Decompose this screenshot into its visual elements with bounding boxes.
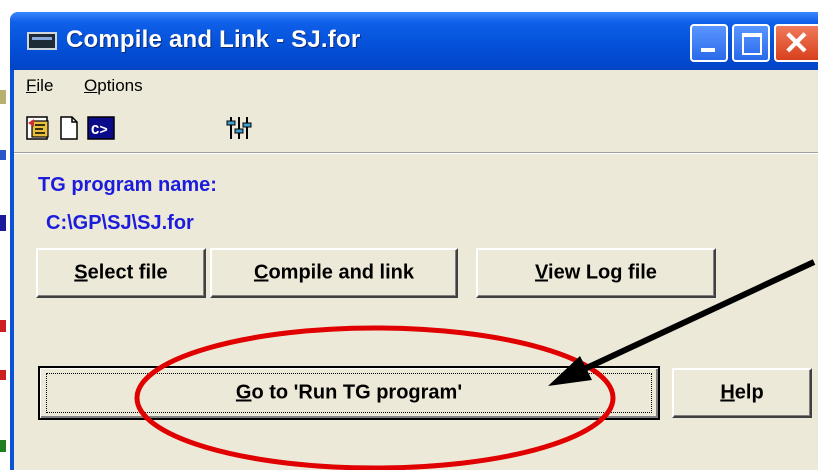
compile-link-label: ompile and link bbox=[268, 261, 415, 284]
help-label: elp bbox=[734, 381, 764, 404]
minimize-button[interactable] bbox=[690, 24, 728, 62]
menu-bar: File Options bbox=[14, 70, 818, 104]
toolbar: C> bbox=[14, 108, 818, 152]
compile-icon[interactable] bbox=[24, 113, 54, 143]
compile-link-accel: C bbox=[253, 261, 269, 284]
compile-and-link-button[interactable]: Compile and link bbox=[210, 248, 458, 298]
menu-file[interactable]: File bbox=[26, 76, 53, 96]
compile-link-window: Compile and Link - SJ.for ✕ File Options bbox=[10, 12, 818, 470]
app-window-icon bbox=[27, 32, 57, 50]
close-button[interactable]: ✕ bbox=[774, 24, 818, 62]
console-icon[interactable]: C> bbox=[86, 113, 116, 143]
select-file-accel: S bbox=[74, 261, 88, 284]
go-to-run-tg-program-button[interactable]: Go to 'Run TG program' bbox=[38, 366, 660, 420]
select-file-label: elect file bbox=[87, 261, 168, 284]
menu-file-accel: F bbox=[26, 76, 37, 95]
window-client-area: File Options C> TG program name: C:\GP\S… bbox=[14, 70, 818, 470]
desktop-mark bbox=[0, 150, 6, 160]
new-document-icon[interactable] bbox=[54, 113, 84, 143]
view-log-label: iew Log file bbox=[548, 261, 657, 284]
view-log-accel: V bbox=[535, 261, 549, 284]
menu-options-accel: O bbox=[84, 76, 98, 95]
select-file-button[interactable]: Select file bbox=[36, 248, 206, 298]
help-button[interactable]: Help bbox=[672, 368, 812, 418]
help-accel: H bbox=[720, 381, 735, 404]
desktop-mark bbox=[0, 320, 6, 332]
desktop-background bbox=[0, 0, 10, 470]
go-run-accel: G bbox=[235, 381, 252, 404]
toolbar-separator-highlight bbox=[14, 153, 818, 154]
menu-file-label: ile bbox=[36, 76, 54, 95]
desktop-mark bbox=[0, 215, 6, 231]
settings-sliders-icon[interactable] bbox=[224, 113, 254, 143]
close-icon: ✕ bbox=[783, 25, 810, 61]
maximize-button[interactable] bbox=[732, 24, 770, 62]
desktop-mark bbox=[0, 90, 6, 104]
desktop-mark bbox=[0, 370, 6, 380]
menu-options[interactable]: Options bbox=[84, 76, 143, 96]
title-bar[interactable]: Compile and Link - SJ.for ✕ bbox=[10, 12, 818, 70]
menu-options-label: ptions bbox=[97, 76, 143, 95]
program-path: C:\GP\SJ\SJ.for bbox=[46, 212, 194, 234]
go-run-label: o to 'Run TG program' bbox=[251, 381, 463, 404]
window-title: Compile and Link - SJ.for bbox=[66, 26, 361, 53]
program-name-label: TG program name: bbox=[38, 174, 217, 196]
desktop-mark bbox=[0, 440, 6, 452]
svg-text:C>: C> bbox=[91, 123, 108, 139]
view-log-file-button[interactable]: View Log file bbox=[476, 248, 716, 298]
